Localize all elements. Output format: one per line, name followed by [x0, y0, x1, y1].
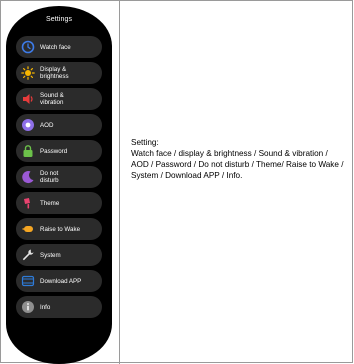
menu-item-info[interactable]: Info	[16, 296, 102, 318]
menu-item-download-app[interactable]: Download APP	[16, 270, 102, 292]
aod-icon	[22, 119, 34, 131]
lock-icon	[23, 145, 33, 157]
menu-item-label: Password	[40, 147, 68, 155]
column-divider	[119, 0, 120, 364]
caption: Setting: Watch face / display & brightne…	[131, 137, 346, 181]
watch-title: Settings	[45, 16, 73, 23]
speaker-icon	[23, 94, 33, 104]
raise-hand-icon	[22, 226, 33, 232]
menu-item-label: Do not disturb	[40, 170, 59, 184]
menu-item-label: Raise to Wake	[40, 225, 81, 233]
menu-item-password[interactable]: Password	[16, 140, 102, 162]
menu-item-system[interactable]: System	[16, 244, 102, 266]
watch-screen: Settings Watch face Display & brightness…	[6, 6, 112, 364]
menu-item-label: Watch face	[40, 43, 71, 51]
sun-icon	[21, 66, 35, 80]
menu-item-label: Display & brightness	[40, 66, 69, 80]
menu-item-sound-vibration[interactable]: Sound & vibration	[16, 88, 102, 110]
download-icon	[21, 275, 35, 287]
caption-body: Watch face / display & brightness / Soun…	[131, 149, 344, 180]
menu-item-theme[interactable]: Theme	[16, 192, 102, 214]
menu-item-do-not-disturb[interactable]: Do not disturb	[16, 166, 102, 188]
menu-item-label: System	[40, 251, 61, 259]
info-icon	[22, 301, 34, 313]
menu-item-aod[interactable]: AOD	[16, 114, 102, 136]
menu-item-watch-face[interactable]: Watch face	[16, 36, 102, 58]
wrench-icon	[22, 249, 34, 261]
menu-item-display-brightness[interactable]: Display & brightness	[16, 62, 102, 84]
moon-icon	[22, 171, 34, 184]
menu-item-raise-to-wake[interactable]: Raise to Wake	[16, 218, 102, 240]
menu-item-label: Info	[40, 303, 51, 311]
theme-icon	[24, 198, 30, 209]
caption-heading: Setting:	[131, 138, 159, 147]
menu-item-label: Theme	[40, 199, 60, 207]
menu-item-label: Download APP	[40, 277, 82, 285]
watch-face-icon	[21, 40, 35, 54]
menu-item-label: AOD	[40, 121, 54, 129]
menu-item-label: Sound & vibration	[40, 92, 64, 106]
